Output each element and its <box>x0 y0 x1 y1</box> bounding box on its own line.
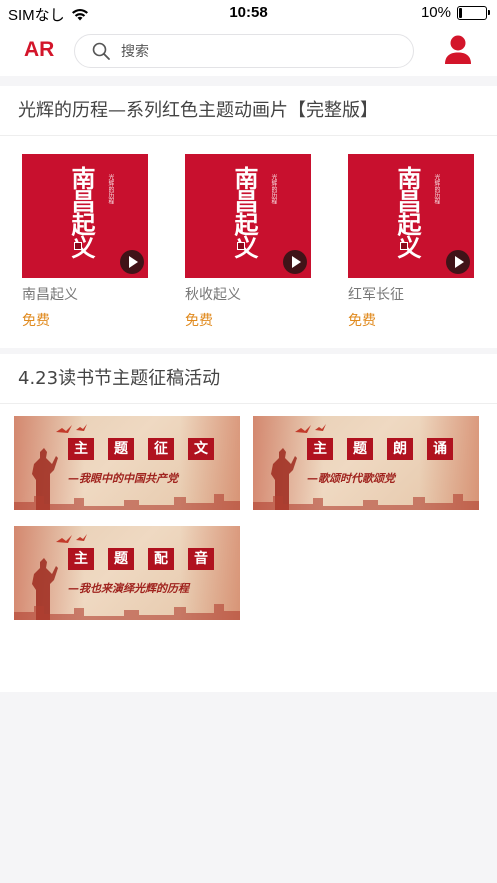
event-banner[interactable]: 主 题 朗 诵 —歌颂时代歌颂党 <box>253 416 479 510</box>
status-bar: SIMなし 10:58 10% <box>0 0 497 26</box>
user-icon[interactable] <box>444 34 472 66</box>
battery-icon <box>457 5 490 20</box>
title-char: 朗 <box>387 438 413 460</box>
title-char: 主 <box>68 548 94 570</box>
animation-thumbnail[interactable]: 南昌起义 光辉的历程 <box>22 154 148 278</box>
animation-thumbnail[interactable]: 南昌起义 光辉的历程 <box>185 154 311 278</box>
title-char: 主 <box>307 438 333 460</box>
animation-item[interactable]: 南昌起义 光辉的历程 红军长征 免费 <box>348 154 474 330</box>
app-header: AR 搜索 <box>0 26 497 76</box>
skyline-icon <box>253 494 479 510</box>
event-banner[interactable]: 主 题 征 文 —我眼中的中国共产党 <box>14 416 240 510</box>
banner-title: 主 题 朗 诵 <box>307 438 453 460</box>
thumbnail-subtitle: 光辉的历程 <box>433 174 440 204</box>
title-char: 题 <box>347 438 373 460</box>
play-icon[interactable] <box>446 250 470 274</box>
title-char: 文 <box>188 438 214 460</box>
banner-title: 主 题 征 文 <box>68 438 214 460</box>
search-input[interactable]: 搜索 <box>74 34 414 68</box>
title-char: 诵 <box>427 438 453 460</box>
banner-subtitle: —歌颂时代歌颂党 <box>307 472 395 485</box>
status-right: 10% <box>420 4 490 21</box>
event-grid: 主 题 征 文 —我眼中的中国共产党 主 题 朗 诵 —歌颂时代歌颂党 主 题 … <box>0 404 497 692</box>
section-title: 光辉的历程—系列红色主题动画片【完整版】 <box>0 86 497 136</box>
animation-name: 秋收起义 <box>185 287 241 303</box>
search-icon <box>92 42 110 60</box>
animation-thumbnail[interactable]: 南昌起义 光辉的历程 <box>348 154 474 278</box>
ar-logo[interactable]: AR <box>24 38 54 62</box>
thumbnail-subtitle: 光辉的历程 <box>270 174 277 204</box>
title-char: 配 <box>148 548 174 570</box>
title-char: 主 <box>68 438 94 460</box>
skyline-icon <box>14 494 240 510</box>
search-placeholder: 搜索 <box>121 44 149 60</box>
animation-item[interactable]: 南昌起义 光辉的历程 秋收起义 免费 <box>185 154 311 330</box>
banner-subtitle: —我也来演绎光辉的历程 <box>68 582 189 595</box>
thumbnail-subtitle: 光辉的历程 <box>107 174 114 204</box>
price-label: 免费 <box>348 313 376 329</box>
play-icon[interactable] <box>283 250 307 274</box>
title-char: 题 <box>108 548 134 570</box>
animation-item[interactable]: 南昌起义 光辉的历程 南昌起义 免费 <box>22 154 148 330</box>
animation-name: 红军长征 <box>348 287 404 303</box>
price-label: 免费 <box>185 313 213 329</box>
event-banner[interactable]: 主 题 配 音 —我也来演绎光辉的历程 <box>14 526 240 620</box>
banner-title: 主 题 配 音 <box>68 548 214 570</box>
title-char: 征 <box>148 438 174 460</box>
animation-name: 南昌起义 <box>22 287 78 303</box>
seal-mark <box>400 242 408 250</box>
title-char: 音 <box>188 548 214 570</box>
seal-mark <box>237 242 245 250</box>
skyline-icon <box>14 604 240 620</box>
section-title: 4.23读书节主题征稿活动 <box>0 354 497 404</box>
battery-percent: 10% <box>420 4 451 21</box>
battery-fill <box>459 7 462 18</box>
banner-subtitle: —我眼中的中国共产党 <box>68 472 178 485</box>
event-section: 4.23读书节主题征稿活动 主 题 征 文 —我眼中的中国共产党 主 题 朗 诵… <box>0 354 497 692</box>
price-label: 免费 <box>22 313 50 329</box>
play-icon[interactable] <box>120 250 144 274</box>
title-char: 题 <box>108 438 134 460</box>
seal-mark <box>74 242 82 250</box>
animation-section: 光辉的历程—系列红色主题动画片【完整版】 南昌起义 光辉的历程 南昌起义 免费 … <box>0 86 497 348</box>
animation-list: 南昌起义 光辉的历程 南昌起义 免费 南昌起义 光辉的历程 秋收起义 免费 南昌… <box>0 136 497 348</box>
